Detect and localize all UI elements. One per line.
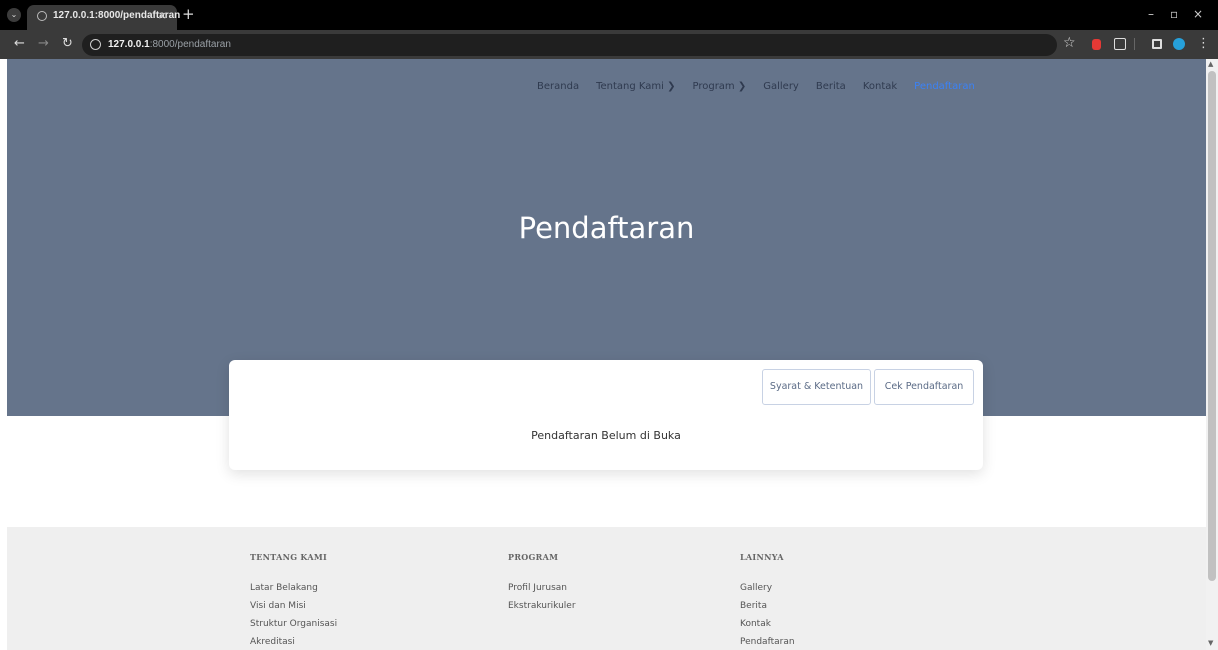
side-panel-icon[interactable] (1152, 39, 1162, 49)
registration-card: Syarat & Ketentuan Cek Pendaftaran Penda… (229, 360, 983, 470)
forward-arrow-icon[interactable]: → (38, 36, 49, 52)
page-title: Pendaftaran (518, 211, 695, 245)
globe-icon (37, 11, 47, 21)
footer-link[interactable]: Profil Jurusan (508, 579, 576, 597)
address-bar[interactable]: 127.0.0.1:8000/pendaftaran (82, 34, 1057, 56)
reload-icon[interactable]: ↻ (62, 36, 73, 52)
footer-link[interactable]: Ekstrakurikuler (508, 597, 576, 615)
main-nav: Beranda Tentang Kami ❯ Program ❯ Gallery… (537, 81, 975, 92)
footer-link[interactable]: Latar Belakang (250, 579, 337, 597)
browser-tab[interactable]: 127.0.0.1:8000/pendaftaran × (27, 5, 180, 30)
footer: TENTANG KAMI Latar Belakang Visi dan Mis… (7, 527, 1206, 650)
new-tab-button[interactable]: + (182, 6, 195, 22)
footer-heading: LAINNYA (740, 552, 784, 562)
footer-link[interactable]: Pendaftaran (740, 633, 795, 650)
restore-icon[interactable]: ▫ (1170, 7, 1178, 21)
bookmark-star-icon[interactable]: ☆ (1063, 35, 1076, 51)
footer-link[interactable]: Gallery (740, 579, 795, 597)
footer-link[interactable]: Struktur Organisasi (250, 615, 337, 633)
registration-status-message: Pendaftaran Belum di Buka (531, 429, 681, 442)
scrollbar-thumb[interactable] (1208, 71, 1216, 581)
nav-item-gallery[interactable]: Gallery (763, 81, 799, 92)
footer-link[interactable]: Akreditasi (250, 633, 337, 650)
puzzle-extensions-icon[interactable] (1114, 38, 1126, 50)
site-info-icon[interactable] (90, 39, 101, 50)
footer-column-lainnya: LAINNYA Gallery Berita Kontak Pendaftara… (740, 552, 795, 650)
kebab-menu-icon[interactable]: ⋮ (1197, 36, 1210, 52)
nav-item-beranda[interactable]: Beranda (537, 81, 579, 92)
extension-icon[interactable] (1092, 39, 1101, 50)
toolbar-divider (1134, 38, 1135, 50)
nav-item-tentang-kami[interactable]: Tentang Kami ❯ (596, 81, 675, 92)
footer-link[interactable]: Berita (740, 597, 795, 615)
nav-item-berita[interactable]: Berita (816, 81, 846, 92)
footer-column-program: PROGRAM Profil Jurusan Ekstrakurikuler (508, 552, 576, 615)
nav-item-pendaftaran[interactable]: Pendaftaran (914, 81, 975, 92)
terms-button[interactable]: Syarat & Ketentuan (762, 369, 871, 405)
profile-avatar-icon[interactable] (1173, 38, 1185, 50)
minimize-icon[interactable]: – (1148, 7, 1154, 21)
footer-heading: TENTANG KAMI (250, 552, 328, 562)
nav-item-program[interactable]: Program ❯ (692, 81, 746, 92)
url-text: 127.0.0.1:8000/pendaftaran (108, 39, 231, 50)
check-registration-button[interactable]: Cek Pendaftaran (874, 369, 974, 405)
browser-tab-strip: ⌄ 127.0.0.1:8000/pendaftaran × + – ▫ × (0, 0, 1218, 30)
close-window-icon[interactable]: × (1193, 7, 1203, 21)
browser-toolbar: ← → ↻ 127.0.0.1:8000/pendaftaran ☆ ⋮ (0, 30, 1218, 59)
back-arrow-icon[interactable]: ← (14, 36, 25, 52)
footer-link[interactable]: Visi dan Misi (250, 597, 337, 615)
footer-column-tentang-kami: TENTANG KAMI Latar Belakang Visi dan Mis… (250, 552, 337, 650)
tab-close-icon[interactable]: × (158, 9, 167, 22)
nav-item-kontak[interactable]: Kontak (863, 81, 897, 92)
tab-search-icon[interactable]: ⌄ (7, 8, 21, 22)
footer-heading: PROGRAM (508, 552, 559, 562)
scroll-down-arrow-icon[interactable]: ▼ (1208, 639, 1213, 647)
footer-link[interactable]: Kontak (740, 615, 795, 633)
page-scrollbar[interactable]: ▲ ▼ (1206, 59, 1218, 650)
page-viewport: Beranda Tentang Kami ❯ Program ❯ Gallery… (0, 59, 1206, 650)
scroll-up-arrow-icon[interactable]: ▲ (1208, 60, 1213, 68)
